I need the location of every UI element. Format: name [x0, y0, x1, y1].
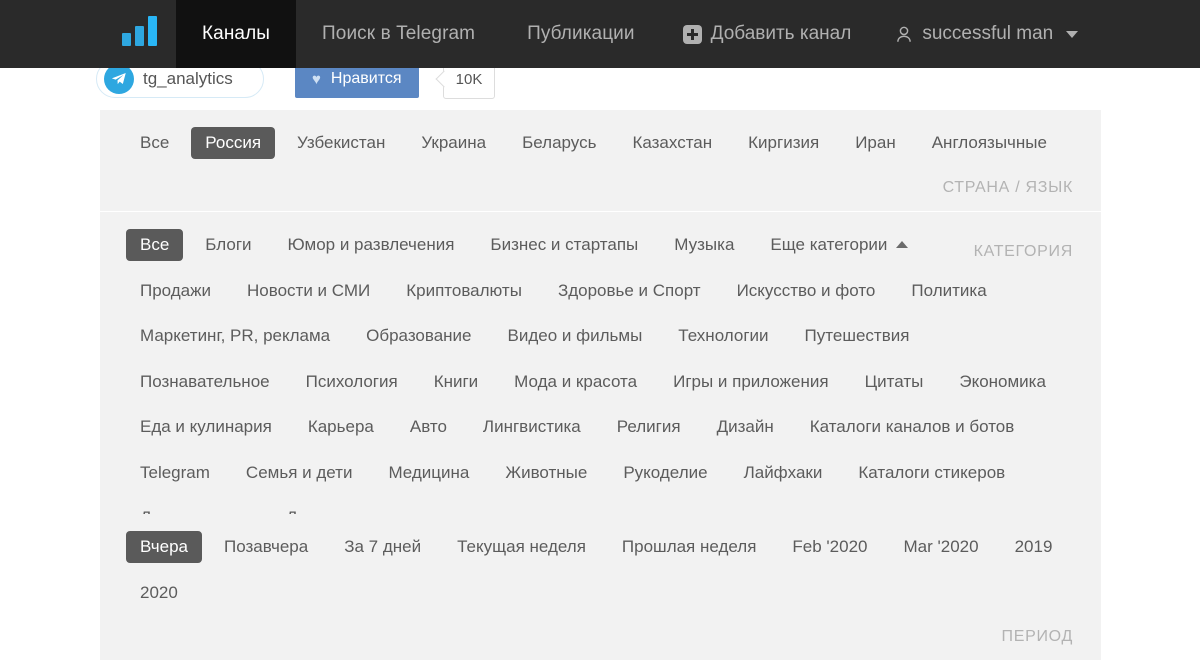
- category-more-chip-4[interactable]: Искусство и фото: [723, 275, 890, 307]
- period-chip-3[interactable]: Текущая неделя: [443, 531, 600, 563]
- country-language-filter-panel: Все Россия Узбекистан Украина Беларусь Казахс…: [100, 110, 1101, 211]
- add-channel-label: Добавить канал: [710, 23, 852, 44]
- category-more-chip-31[interactable]: Каталоги стикеров: [844, 457, 1019, 489]
- category-more-chip-11[interactable]: Познавательное: [126, 366, 284, 398]
- category-primary-row: Все Блоги Юмор и развлечения Бизнес и старт…: [126, 229, 1075, 275]
- category-chip-1[interactable]: Блоги: [191, 229, 265, 261]
- category-chip-4[interactable]: Музыка: [660, 229, 748, 261]
- category-more-chip-12[interactable]: Психология: [292, 366, 412, 398]
- country-chip-4[interactable]: Беларусь: [508, 127, 610, 159]
- country-chip-row: Все Россия Узбекистан Украина Беларусь Казахс…: [126, 127, 1075, 173]
- user-menu-label: successful man: [922, 23, 1054, 44]
- more-categories-label: Еще категории: [770, 235, 888, 254]
- category-filter-panel: Все Блоги Юмор и развлечения Бизнес и старт…: [100, 212, 1101, 556]
- more-categories-toggle[interactable]: Еще категории: [756, 229, 922, 261]
- period-chip-6[interactable]: Mar '2020: [890, 531, 993, 563]
- category-more-chip-3[interactable]: Здоровье и Спорт: [544, 275, 715, 307]
- period-chip-2[interactable]: За 7 дней: [330, 531, 435, 563]
- category-chip-2[interactable]: Юмор и развлечения: [274, 229, 469, 261]
- category-more-chip-25[interactable]: Telegram: [126, 457, 224, 489]
- period-filter-panel: Вчера Позавчера За 7 дней Текущая неделя Про…: [100, 514, 1101, 660]
- nav-tab-channels[interactable]: Каналы: [176, 0, 297, 68]
- category-chip-3[interactable]: Бизнес и стартапы: [476, 229, 652, 261]
- nav-tab-publications-label: Публикации: [527, 23, 635, 44]
- category-more-chip-19[interactable]: Карьера: [294, 411, 388, 443]
- category-more-chip-16[interactable]: Цитаты: [851, 366, 938, 398]
- period-chip-1[interactable]: Позавчера: [210, 531, 322, 563]
- category-more-chip-26[interactable]: Семья и дети: [232, 457, 367, 489]
- country-chip-0[interactable]: Все: [126, 127, 183, 159]
- telegram-paper-plane-icon: [104, 64, 134, 94]
- category-chip-0[interactable]: Все: [126, 229, 184, 261]
- period-chip-0[interactable]: Вчера: [126, 531, 202, 563]
- country-chip-8[interactable]: Англоязычные: [918, 127, 1061, 159]
- category-more-chip-14[interactable]: Мода и красота: [500, 366, 651, 398]
- category-more-chip-10[interactable]: Путешествия: [791, 320, 924, 352]
- country-chip-5[interactable]: Казахстан: [618, 127, 726, 159]
- category-more-chip-17[interactable]: Экономика: [945, 366, 1060, 398]
- country-language-panel-label: СТРАНА / ЯЗЫК: [942, 178, 1073, 196]
- category-more-chip-21[interactable]: Лингвистика: [469, 411, 595, 443]
- category-more-chip-15[interactable]: Игры и приложения: [659, 366, 842, 398]
- period-chip-row: Вчера Позавчера За 7 дней Текущая неделя Про…: [126, 531, 1075, 622]
- bar-chart-logo-icon[interactable]: [108, 0, 176, 68]
- country-chip-3[interactable]: Украина: [407, 127, 500, 159]
- period-chip-5[interactable]: Feb '2020: [778, 531, 881, 563]
- category-more-chip-27[interactable]: Медицина: [374, 457, 483, 489]
- category-panel-label: КАТЕГОРИЯ: [973, 242, 1073, 260]
- category-more-chip-24[interactable]: Каталоги каналов и ботов: [796, 411, 1029, 443]
- nav-tab-telegram-search[interactable]: Поиск в Telegram: [296, 0, 501, 68]
- category-more-chip-0[interactable]: Продажи: [126, 275, 225, 307]
- country-chip-6[interactable]: Киргизия: [734, 127, 833, 159]
- nav-tab-publications[interactable]: Публикации: [501, 0, 661, 68]
- user-menu[interactable]: successful man: [873, 0, 1100, 68]
- user-icon: [895, 25, 913, 44]
- country-chip-7[interactable]: Иран: [841, 127, 910, 159]
- chevron-down-icon: [1066, 30, 1079, 38]
- category-more-chip-8[interactable]: Видео и фильмы: [494, 320, 657, 352]
- period-label-row: ПЕРИОД: [126, 622, 1075, 652]
- heart-icon: ♥: [312, 70, 321, 88]
- top-navigation-bar: Каналы Поиск в Telegram Публикации Добав…: [0, 0, 1200, 68]
- category-more-chip-30[interactable]: Лайфхаки: [730, 457, 837, 489]
- category-more-chip-23[interactable]: Дизайн: [703, 411, 788, 443]
- add-channel-button[interactable]: Добавить канал: [661, 0, 874, 68]
- category-more-chip-29[interactable]: Рукоделие: [609, 457, 721, 489]
- country-chip-1[interactable]: Россия: [191, 127, 276, 159]
- caret-up-icon: [896, 241, 909, 249]
- country-chip-2[interactable]: Узбекистан: [283, 127, 399, 159]
- telegram-channel-name: tg_analytics: [143, 69, 233, 88]
- category-more-chip-6[interactable]: Маркетинг, PR, реклама: [126, 320, 344, 352]
- period-chip-4[interactable]: Прошлая неделя: [608, 531, 770, 563]
- category-more-chip-22[interactable]: Религия: [603, 411, 695, 443]
- country-label-row: СТРАНА / ЯЗЫК: [126, 173, 1075, 203]
- category-more-chip-18[interactable]: Еда и кулинария: [126, 411, 286, 443]
- plus-square-icon: [682, 24, 702, 44]
- period-chip-8[interactable]: 2020: [126, 577, 192, 609]
- nav-tab-telegram-search-label: Поиск в Telegram: [322, 23, 476, 44]
- nav-tab-channels-label: Каналы: [202, 23, 271, 44]
- category-more-chip-7[interactable]: Образование: [352, 320, 485, 352]
- category-expanded-row: Продажи Новости и СМИ Криптовалюты Здоровье…: [126, 275, 1075, 548]
- period-panel-label: ПЕРИОД: [1001, 628, 1073, 646]
- category-more-chip-13[interactable]: Книги: [420, 366, 492, 398]
- category-more-chip-20[interactable]: Авто: [396, 411, 461, 443]
- like-button-label: Нравится: [330, 70, 402, 87]
- category-more-chip-28[interactable]: Животные: [491, 457, 601, 489]
- period-chip-7[interactable]: 2019: [1001, 531, 1067, 563]
- category-more-chip-1[interactable]: Новости и СМИ: [233, 275, 384, 307]
- category-more-chip-9[interactable]: Технологии: [664, 320, 782, 352]
- category-more-chip-2[interactable]: Криптовалюты: [392, 275, 536, 307]
- category-more-chip-5[interactable]: Политика: [897, 275, 1000, 307]
